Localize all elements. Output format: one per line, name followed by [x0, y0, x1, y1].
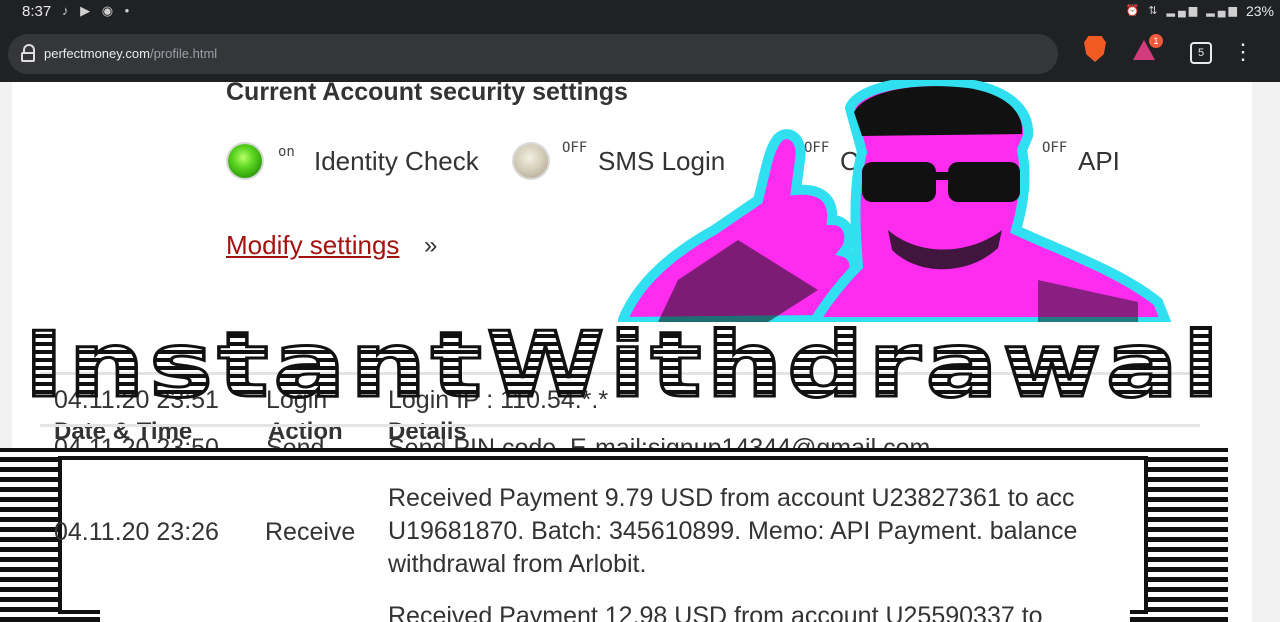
status-bar: 8:37 ♪ ▶ ◉ • ⏰ ⇅ ▂▄▆ ▂▄▆ 23%	[0, 0, 1280, 26]
brave-shield-icon[interactable]	[1084, 36, 1106, 62]
payment-details: Received Payment 9.79 USD from account U…	[388, 484, 1144, 594]
tab-switcher-button[interactable]: 5	[1190, 42, 1212, 64]
modify-arrow: »	[424, 232, 438, 259]
url-host: perfectmoney.com	[44, 46, 150, 61]
table-divider	[40, 424, 1200, 427]
notification-icons: ♪ ▶ ◉ •	[62, 3, 134, 18]
table-row-date: 04.11.20 23:50	[54, 434, 219, 448]
table-row-clipped: 04.11.20 23:50 Send Send PIN code. E-mai…	[40, 432, 1200, 448]
thumbs-up-sticker	[618, 80, 1172, 322]
table-row-details: Received Payment 12.98 USD from account …	[388, 604, 1043, 622]
state-label: OFF	[562, 140, 588, 156]
instant-withdrawal-banner: InstantWithdrawal InstantWithdrawal	[24, 318, 1224, 408]
details-line: Received Payment 9.79 USD from account U…	[388, 484, 1075, 512]
browser-toolbar: perfectmoney.com/profile.html 1 5 ⋮	[0, 26, 1280, 82]
security-settings-title: Current Account security settings	[226, 78, 628, 106]
state-label: on	[278, 144, 295, 160]
url-text[interactable]: perfectmoney.com/profile.html	[44, 46, 217, 61]
table-row-action: Send	[266, 434, 325, 448]
modify-settings-link[interactable]: Modify settings	[226, 230, 399, 261]
table-row-details: Send PIN code. E-mail:signup14344@gmail.…	[388, 434, 931, 448]
lock-icon[interactable]	[21, 44, 35, 63]
rewards-badge: 1	[1149, 34, 1163, 48]
table-row-date: 04.11.20 23:26	[54, 518, 219, 546]
sticker-shape	[618, 80, 1172, 322]
url-path: /profile.html	[149, 46, 218, 61]
address-bar[interactable]: perfectmoney.com/profile.html	[8, 34, 1058, 74]
signal-icons: ⏰ ⇅ ▂▄▆ ▂▄▆	[1125, 5, 1240, 17]
status-dot-off-icon	[514, 144, 548, 178]
highlight-frame: 04.11.20 23:26 Receive Received Payment …	[0, 448, 1228, 622]
table-row-clipped: Received Payment 12.98 USD from account …	[100, 604, 1130, 622]
details-line: U19681870. Batch: 345610899. Memo: API P…	[388, 517, 1078, 545]
more-menu-icon[interactable]: ⋮	[1232, 39, 1254, 65]
security-item-label: Identity Check	[314, 146, 479, 176]
battery-level: 23%	[1245, 3, 1274, 19]
table-row-action: Receive	[265, 518, 356, 546]
status-dot-on-icon	[228, 144, 262, 178]
details-line: withdrawal from Arlobit.	[388, 550, 647, 578]
highlight-panel: 04.11.20 23:26 Receive Received Payment …	[54, 460, 1144, 610]
banner-text-fill: InstantWithdrawal	[24, 318, 1224, 408]
status-time: 8:37	[22, 3, 52, 20]
